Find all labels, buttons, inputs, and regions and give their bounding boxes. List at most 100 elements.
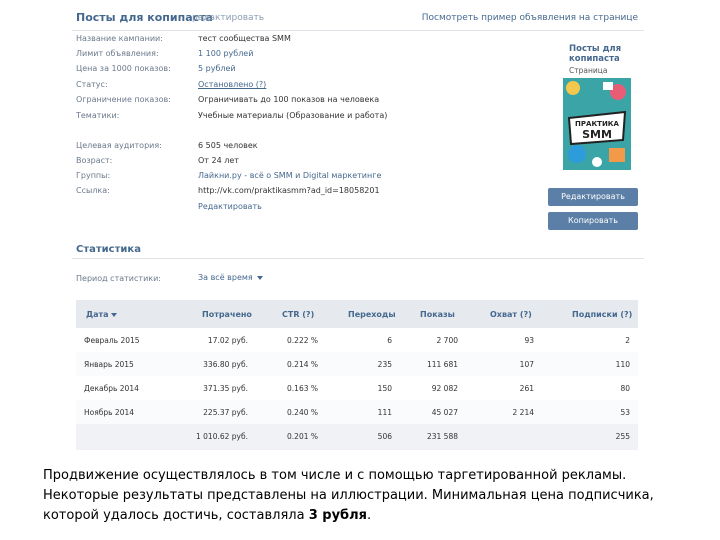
copy-ad-button[interactable]: Копировать <box>548 212 638 230</box>
edit-link[interactable]: Редактировать <box>198 202 262 211</box>
table-row: Ноябрь 2014 225.37 руб. 0.240 % 111 45 0… <box>76 400 638 424</box>
info-row: Тематики: Учебные материалы (Образование… <box>76 111 536 125</box>
period-value: За всё время <box>198 273 253 282</box>
info-row: Название кампании: тест сообщества SMM <box>76 34 536 48</box>
cell-reach: 2 214 <box>512 408 534 417</box>
info-row: Целевая аудитория: 6 505 человек <box>76 141 536 155</box>
col-subscriptions[interactable]: Подписки (?) <box>572 310 632 319</box>
cell-ctr: 0.222 % <box>287 336 318 345</box>
total-clicks: 506 <box>377 432 392 441</box>
ad-campaign-page: Посты для копипаста редактировать Посмот… <box>0 0 720 540</box>
ad-preview-title[interactable]: Посты для копипаста <box>569 44 639 64</box>
info-row: Возраст: От 24 лет <box>76 156 536 170</box>
cell-spent: 17.02 руб. <box>207 336 248 345</box>
info-label: Целевая аудитория: <box>76 141 162 150</box>
cell-subscriptions: 80 <box>620 384 630 393</box>
info-label: Название кампании: <box>76 34 163 43</box>
cell-clicks: 111 <box>377 408 392 417</box>
cell-reach: 107 <box>519 360 534 369</box>
edit-campaign-link[interactable]: редактировать <box>192 13 264 23</box>
period-dropdown[interactable]: За всё время <box>198 273 263 282</box>
ad-preview-image[interactable]: ПРАКТИКА SMM <box>563 78 631 170</box>
info-label: Цена за 1000 показов: <box>76 64 171 73</box>
svg-text:SMM: SMM <box>582 128 612 141</box>
cell-subscriptions: 2 <box>625 336 630 345</box>
stats-table: Дата Потрачено CTR (?) Переходы Показы О… <box>76 300 638 450</box>
info-label: Статус: <box>76 80 108 89</box>
info-label: Группы: <box>76 171 111 180</box>
cell-reach: 93 <box>524 336 534 345</box>
info-value: тест сообщества SMM <box>198 34 291 43</box>
ad-image-art: ПРАКТИКА SMM <box>563 78 631 170</box>
divider <box>72 258 644 259</box>
edit-ad-button[interactable]: Редактировать <box>548 188 638 206</box>
cell-clicks: 150 <box>377 384 392 393</box>
preview-ad-link[interactable]: Посмотреть пример объявления на странице <box>422 13 638 23</box>
table-row: Январь 2015 336.80 руб. 0.214 % 235 111 … <box>76 352 638 376</box>
caption-text: Продвижение осуществлялось в том числе и… <box>43 468 654 523</box>
sort-down-icon <box>111 312 118 317</box>
cell-spent: 336.80 руб. <box>203 360 248 369</box>
cell-impressions: 45 027 <box>431 408 458 417</box>
info-label: Ссылка: <box>76 186 110 195</box>
caption-bold: 3 рубля <box>308 508 367 523</box>
cell-impressions: 92 082 <box>431 384 458 393</box>
svg-text:ПРАКТИКА: ПРАКТИКА <box>575 120 619 128</box>
cell-subscriptions: 110 <box>615 360 630 369</box>
table-total-row: 1 010.62 руб. 0.201 % 506 231 588 255 <box>76 424 638 450</box>
cell-spent: 225.37 руб. <box>203 408 248 417</box>
table-row: Февраль 2015 17.02 руб. 0.222 % 6 2 700 … <box>76 328 638 352</box>
cell-impressions: 2 700 <box>436 336 458 345</box>
col-reach[interactable]: Охват (?) <box>490 310 532 319</box>
period-label: Период статистики: <box>76 274 161 283</box>
stats-title: Статистика <box>76 244 141 255</box>
col-spent[interactable]: Потрачено <box>202 310 252 319</box>
info-value: От 24 лет <box>198 156 239 165</box>
cell-date: Январь 2015 <box>84 360 134 369</box>
info-value: Учебные материалы (Образование и работа) <box>198 111 388 120</box>
price-link[interactable]: 5 рублей <box>198 64 236 73</box>
limit-link[interactable]: 1 100 рублей <box>198 49 253 58</box>
ad-preview-subtitle: Страница <box>569 66 608 75</box>
cell-date: Ноябрь 2014 <box>84 408 135 417</box>
info-label: Ограничение показов: <box>76 95 171 104</box>
info-row: Группы: Лайкни.ру - всё о SMM и Digital … <box>76 171 536 185</box>
col-ctr[interactable]: CTR (?) <box>282 310 314 319</box>
info-label: Тематики: <box>76 111 120 120</box>
col-date[interactable]: Дата <box>86 310 118 319</box>
cell-spent: 371.35 руб. <box>203 384 248 393</box>
info-row: Цена за 1000 показов: 5 рублей <box>76 64 536 78</box>
info-row: Статус: Остановлено (?) <box>76 80 536 94</box>
info-value: 6 505 человек <box>198 141 258 150</box>
group-link[interactable]: Лайкни.ру - всё о SMM и Digital маркетин… <box>198 171 381 180</box>
campaign-header: Посты для копипаста редактировать Посмот… <box>72 8 644 31</box>
status-link[interactable]: Остановлено (?) <box>198 80 266 89</box>
cell-ctr: 0.163 % <box>287 384 318 393</box>
info-label: Лимит объявления: <box>76 49 159 58</box>
total-ctr: 0.201 % <box>287 432 318 441</box>
total-subscriptions: 255 <box>615 432 630 441</box>
cell-clicks: 235 <box>377 360 392 369</box>
cell-clicks: 6 <box>387 336 392 345</box>
info-row: Редактировать <box>76 202 536 216</box>
info-row: Ссылка: http://vk.com/praktikasmm?ad_id=… <box>76 186 536 200</box>
cell-subscriptions: 53 <box>620 408 630 417</box>
cell-ctr: 0.240 % <box>287 408 318 417</box>
chevron-down-icon <box>256 275 263 280</box>
cell-date: Декабрь 2014 <box>84 384 139 393</box>
ad-url: http://vk.com/praktikasmm?ad_id=18058201 <box>198 186 380 195</box>
info-row: Лимит объявления: 1 100 рублей <box>76 49 536 63</box>
table-row: Декабрь 2014 371.35 руб. 0.163 % 150 92 … <box>76 376 638 400</box>
total-spent: 1 010.62 руб. <box>196 432 248 441</box>
cell-impressions: 111 681 <box>426 360 458 369</box>
cell-ctr: 0.214 % <box>287 360 318 369</box>
total-impressions: 231 588 <box>426 432 458 441</box>
cell-date: Февраль 2015 <box>84 336 140 345</box>
table-header: Дата Потрачено CTR (?) Переходы Показы О… <box>76 300 638 328</box>
cell-reach: 261 <box>519 384 534 393</box>
col-impressions[interactable]: Показы <box>420 310 455 319</box>
info-label: Возраст: <box>76 156 113 165</box>
info-row: Ограничение показов: Ограничивать до 100… <box>76 95 536 109</box>
col-clicks[interactable]: Переходы <box>348 310 396 319</box>
info-value: Ограничивать до 100 показов на человека <box>198 95 380 104</box>
